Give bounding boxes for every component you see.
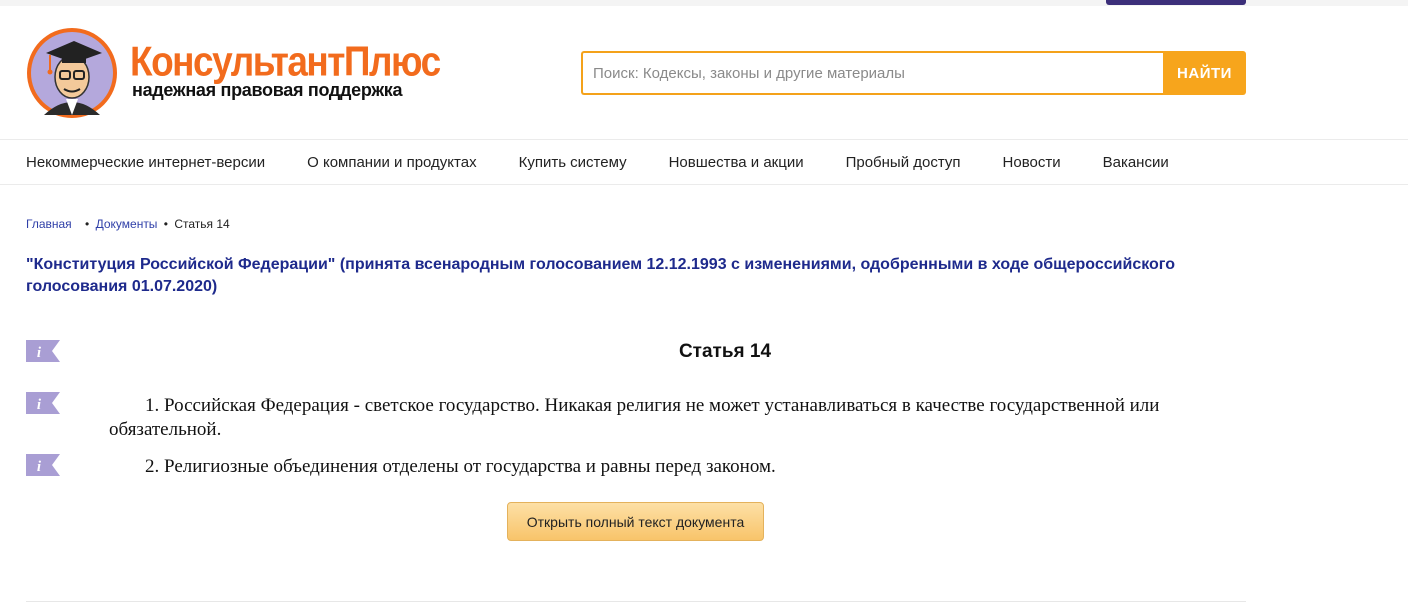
content-divider — [26, 601, 1246, 602]
document-title[interactable]: "Конституция Российской Федерации" (прин… — [26, 254, 1206, 298]
search-bar: НАЙТИ — [581, 51, 1246, 95]
search-button[interactable]: НАЙТИ — [1163, 51, 1246, 95]
nav-item-news[interactable]: Новости — [1003, 154, 1061, 171]
logo-tagline: надежная правовая поддержка — [132, 80, 403, 100]
logo-title: КонсультантПлюс — [130, 38, 441, 85]
info-icon[interactable]: i — [26, 392, 60, 414]
nav-item-trial[interactable]: Пробный доступ — [846, 154, 961, 171]
article-title: Статья 14 — [678, 341, 772, 362]
info-icon[interactable]: i — [26, 340, 60, 362]
nav-item-promotions[interactable]: Новшества и акции — [669, 154, 804, 171]
open-full-text-button[interactable]: Открыть полный текст документа — [507, 502, 764, 541]
nav-item-vacancies[interactable]: Вакансии — [1103, 154, 1169, 171]
breadcrumb-documents[interactable]: Документы — [96, 217, 158, 231]
breadcrumb-home[interactable]: Главная — [26, 217, 72, 231]
breadcrumb: Главная • Документы • Статья 14 — [26, 217, 230, 231]
article-paragraph: 1. Российская Федерация - светское госуд… — [109, 395, 1160, 440]
logo[interactable]: КонсультантПлюс надежная правовая поддер… — [26, 27, 441, 119]
nav-divider-bottom — [0, 184, 1408, 185]
breadcrumb-separator: • — [85, 217, 90, 231]
nav-item-buy[interactable]: Купить систему — [519, 154, 627, 171]
article-paragraph: 2. Религиозные объединения отделены от г… — [145, 456, 776, 477]
breadcrumb-separator: • — [163, 217, 168, 231]
main-nav: Некоммерческие интернет-версии О компани… — [26, 140, 1211, 184]
top-accent-tab[interactable] — [1106, 0, 1246, 5]
nav-item-about[interactable]: О компании и продуктах — [307, 154, 476, 171]
breadcrumb-current: Статья 14 — [174, 217, 230, 231]
search-input[interactable] — [581, 51, 1165, 95]
professor-mascot-icon — [27, 28, 117, 118]
nav-item-noncommercial[interactable]: Некоммерческие интернет-версии — [26, 154, 265, 171]
info-icon[interactable]: i — [26, 454, 60, 476]
